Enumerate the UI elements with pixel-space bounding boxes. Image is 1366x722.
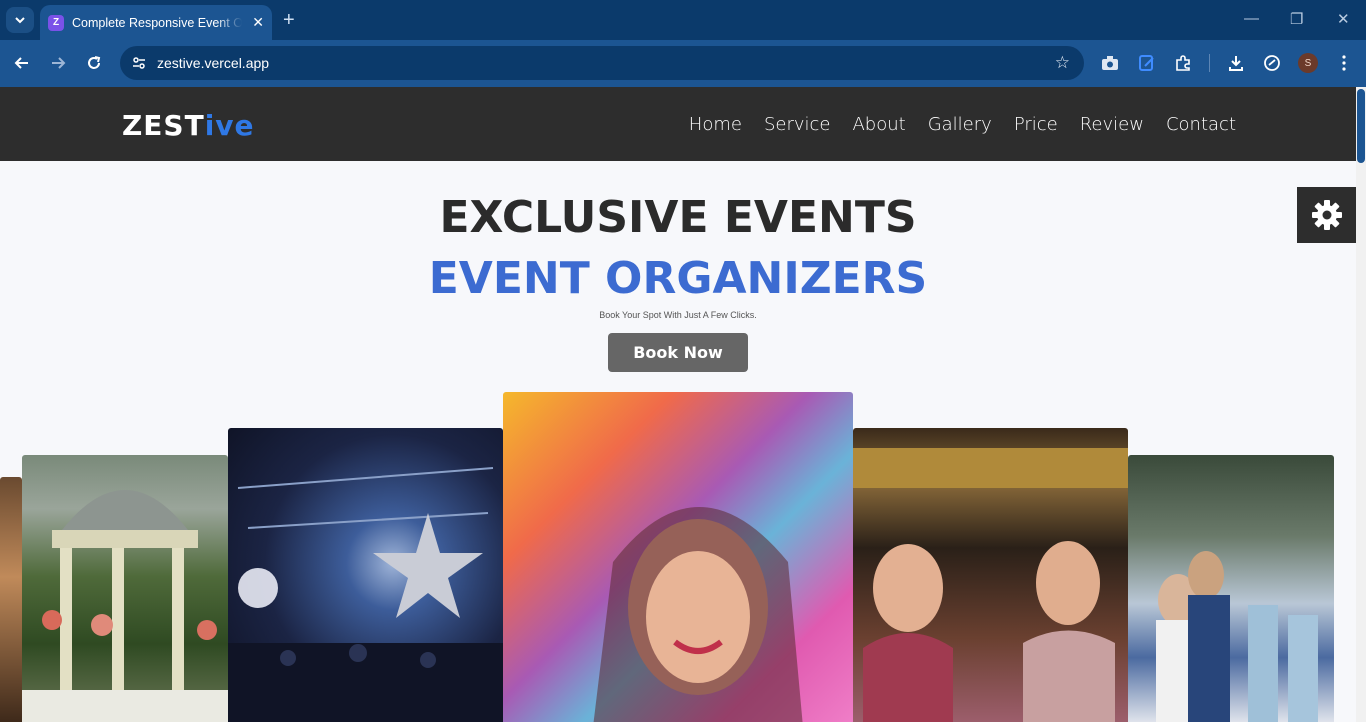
avatar[interactable]: S [1298,53,1318,73]
tab-search-button[interactable] [6,7,34,33]
page-scrollbar[interactable] [1356,87,1366,722]
more-icon[interactable] [1333,52,1355,74]
gear-icon [1311,200,1342,230]
hero-title-line2: EVENT ORGANIZERS [428,253,928,304]
scrollbar-thumb[interactable] [1357,89,1365,163]
camera-icon[interactable] [1099,52,1121,74]
site-header: ZESTive Home Service About Gallery Price… [0,87,1356,161]
toolbar-separator [1209,54,1210,72]
site-logo[interactable]: ZESTive [122,109,255,142]
gallery-photo-birthday[interactable] [853,428,1128,722]
hero-tagline: Book Your Spot With Just A Few Clicks. [599,310,757,320]
gallery-photo-holi[interactable] [503,392,853,722]
close-icon[interactable]: ✕ [252,14,264,30]
logo-accent: ive [204,109,255,142]
back-icon[interactable] [11,52,33,74]
star-icon[interactable]: ☆ [1055,53,1070,73]
minimize-icon[interactable]: — [1244,10,1259,27]
puzzle-icon[interactable] [1172,52,1194,74]
gallery-photo-edge [0,477,22,722]
forward-icon[interactable] [47,52,69,74]
download-icon[interactable] [1225,52,1247,74]
url-text[interactable]: zestive.vercel.app [157,55,269,71]
gallery-photo-concert[interactable] [228,428,503,722]
favicon-icon: Z [48,14,64,31]
reload-icon[interactable] [83,52,105,74]
gallery-photo-wedding[interactable] [1128,455,1334,722]
plus-icon[interactable]: + [283,9,295,31]
theme-settings-toggle[interactable] [1297,187,1356,243]
nav-contact[interactable]: Contact [1166,114,1236,135]
chevron-down-icon [15,17,25,24]
tab-title: Complete Responsive Event Organizer [72,15,242,30]
edit-icon[interactable] [1136,52,1158,74]
restore-icon[interactable]: ❐ [1290,10,1303,28]
active-tab[interactable]: Z Complete Responsive Event Organizer ✕ [40,5,272,40]
logo-main: ZEST [122,109,205,142]
hero-title-line1: EXCLUSIVE EVENTS [439,192,917,243]
address-toolbar: zestive.vercel.app ☆ S [0,40,1366,87]
nav-gallery[interactable]: Gallery [928,114,992,135]
nav-price[interactable]: Price [1014,114,1058,135]
nav-about[interactable]: About [852,114,905,135]
gallery-photo-gazebo[interactable] [22,455,228,722]
nav-service[interactable]: Service [764,114,831,135]
refresh-circle-icon[interactable] [1261,52,1283,74]
window-close-icon[interactable]: ✕ [1337,10,1350,28]
book-now-button[interactable]: Book Now [608,333,748,372]
nav-review[interactable]: Review [1080,114,1144,135]
nav-home[interactable]: Home [689,114,742,135]
omnibox[interactable]: zestive.vercel.app ☆ [120,46,1084,80]
site-info-icon[interactable] [128,52,150,74]
browser-tab-bar: Z Complete Responsive Event Organizer ✕ … [0,0,1366,40]
web-page: ZESTive Home Service About Gallery Price… [0,87,1356,722]
main-nav: Home Service About Gallery Price Review … [689,114,1236,135]
